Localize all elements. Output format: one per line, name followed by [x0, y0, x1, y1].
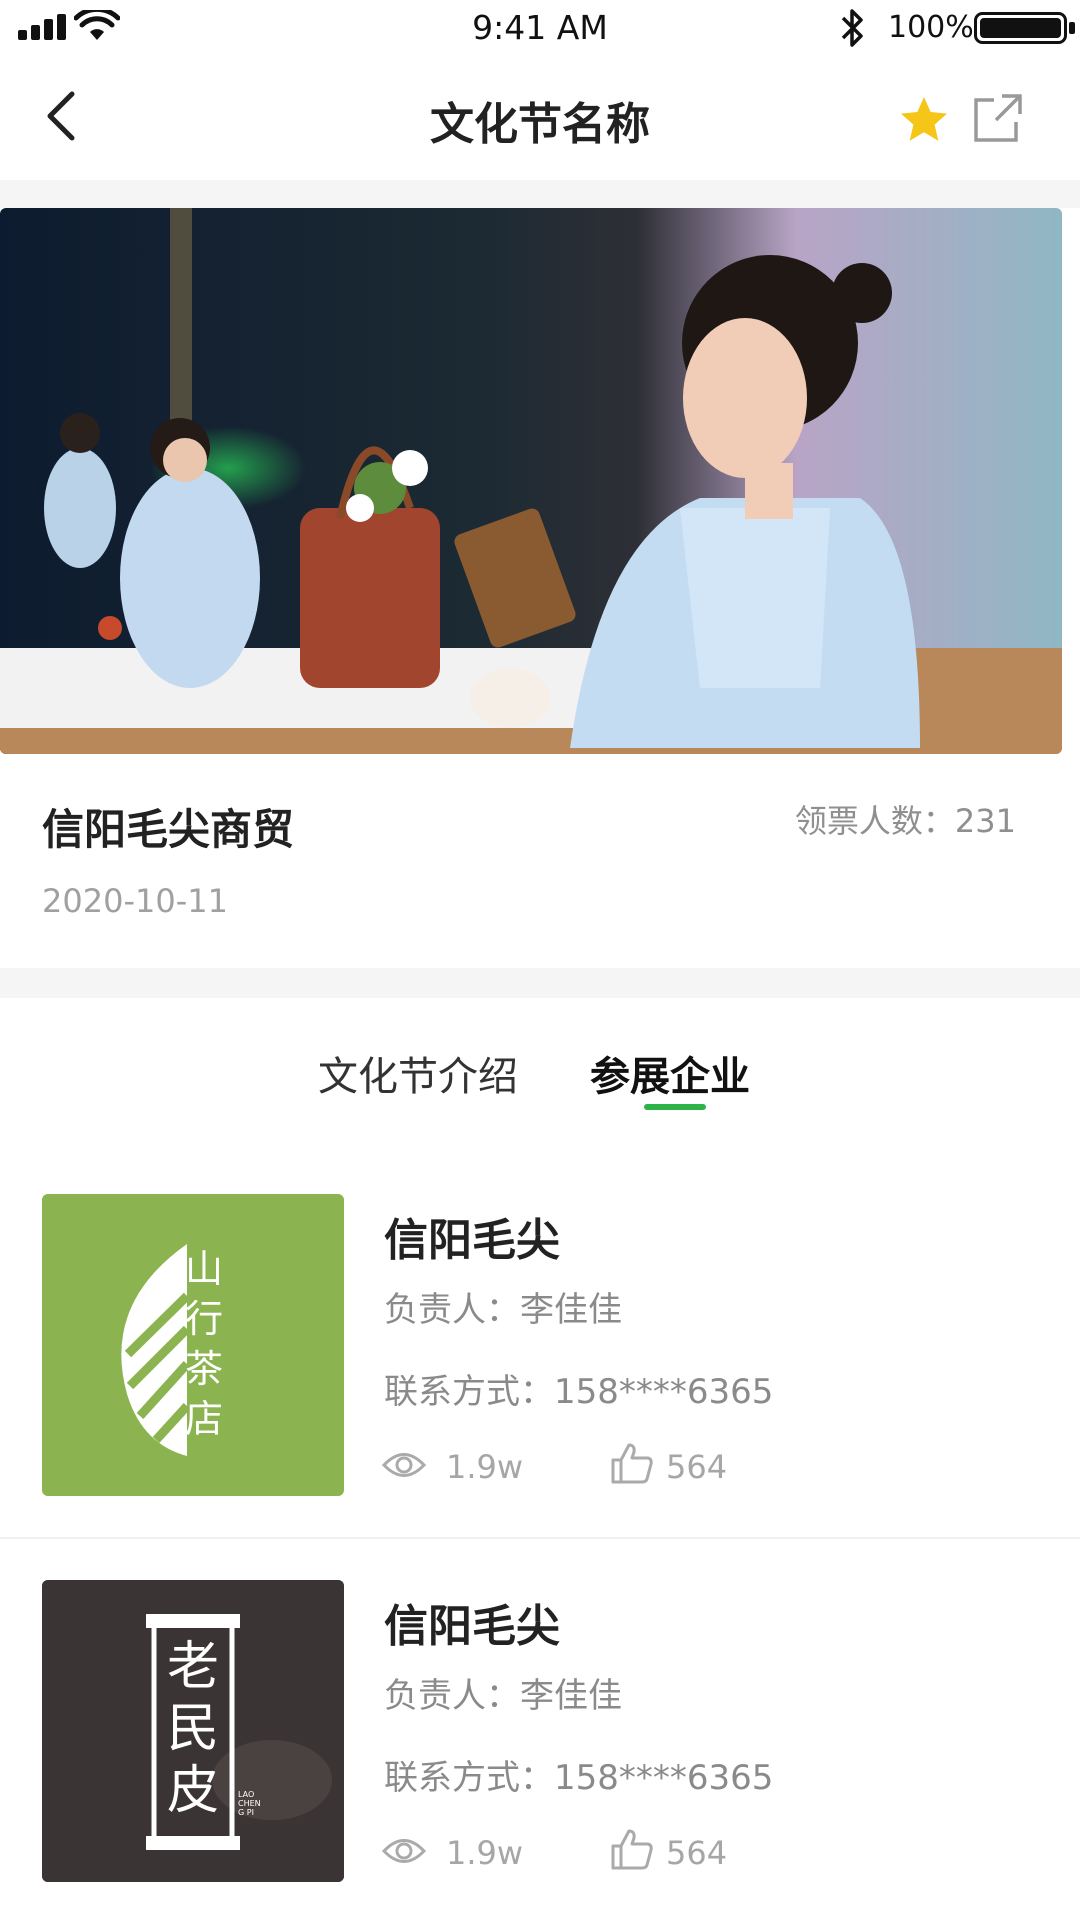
company-contact: 联系方式：158****6365 [384, 1372, 774, 1412]
like-count: 564 [666, 1448, 728, 1486]
event-name: 信阳毛尖商贸 [42, 805, 295, 854]
company-name: 信阳毛尖 [384, 1215, 560, 1266]
battery-icon [974, 12, 1075, 44]
like-count: 564 [666, 1834, 728, 1872]
company-contact: 联系方式：158****6365 [384, 1758, 774, 1798]
section-divider [0, 968, 1080, 998]
list-divider [0, 1537, 1080, 1539]
logo-text: 山行茶店 [184, 1247, 223, 1441]
company-name: 信阳毛尖 [384, 1601, 560, 1652]
company-logo: 老民皮 LAO CHENG PI [42, 1580, 344, 1882]
logo-subtext: LAO CHENG PI [238, 1790, 261, 1817]
thumbs-up-icon[interactable] [610, 1828, 654, 1870]
eye-icon [382, 1453, 426, 1477]
event-date: 2020-10-11 [42, 882, 228, 920]
tab-festival-intro[interactable]: 文化节介绍 [318, 1044, 518, 1102]
company-owner: 负责人：李佳佳 [384, 1676, 622, 1716]
thumbs-up-icon[interactable] [610, 1442, 654, 1484]
company-card[interactable]: 山行茶店 信阳毛尖 负责人：李佳佳 联系方式：158****6365 1.9w … [0, 1194, 1080, 1534]
share-icon[interactable] [972, 92, 1024, 144]
star-icon[interactable] [898, 94, 950, 146]
event-banner-image [0, 208, 1062, 754]
company-owner: 负责人：李佳佳 [384, 1290, 622, 1330]
tab-exhibitors[interactable]: 参展企业 [590, 1044, 750, 1102]
view-count: 1.9w [446, 1448, 524, 1486]
section-divider [0, 180, 1080, 208]
company-logo: 山行茶店 [42, 1194, 344, 1496]
company-card[interactable]: 老民皮 LAO CHENG PI 信阳毛尖 负责人：李佳佳 联系方式：158**… [0, 1580, 1080, 1920]
battery-percent: 100% [888, 10, 974, 45]
view-count: 1.9w [446, 1834, 524, 1872]
logo-text: 老民皮 [166, 1637, 219, 1821]
ticket-count: 领票人数：231 [794, 802, 1016, 840]
bluetooth-icon [841, 9, 863, 47]
eye-icon [382, 1839, 426, 1863]
active-tab-indicator [644, 1104, 706, 1110]
nav-bar: 文化节名称 [0, 58, 1080, 180]
status-bar: 9:41 AM 100% [0, 0, 1080, 58]
